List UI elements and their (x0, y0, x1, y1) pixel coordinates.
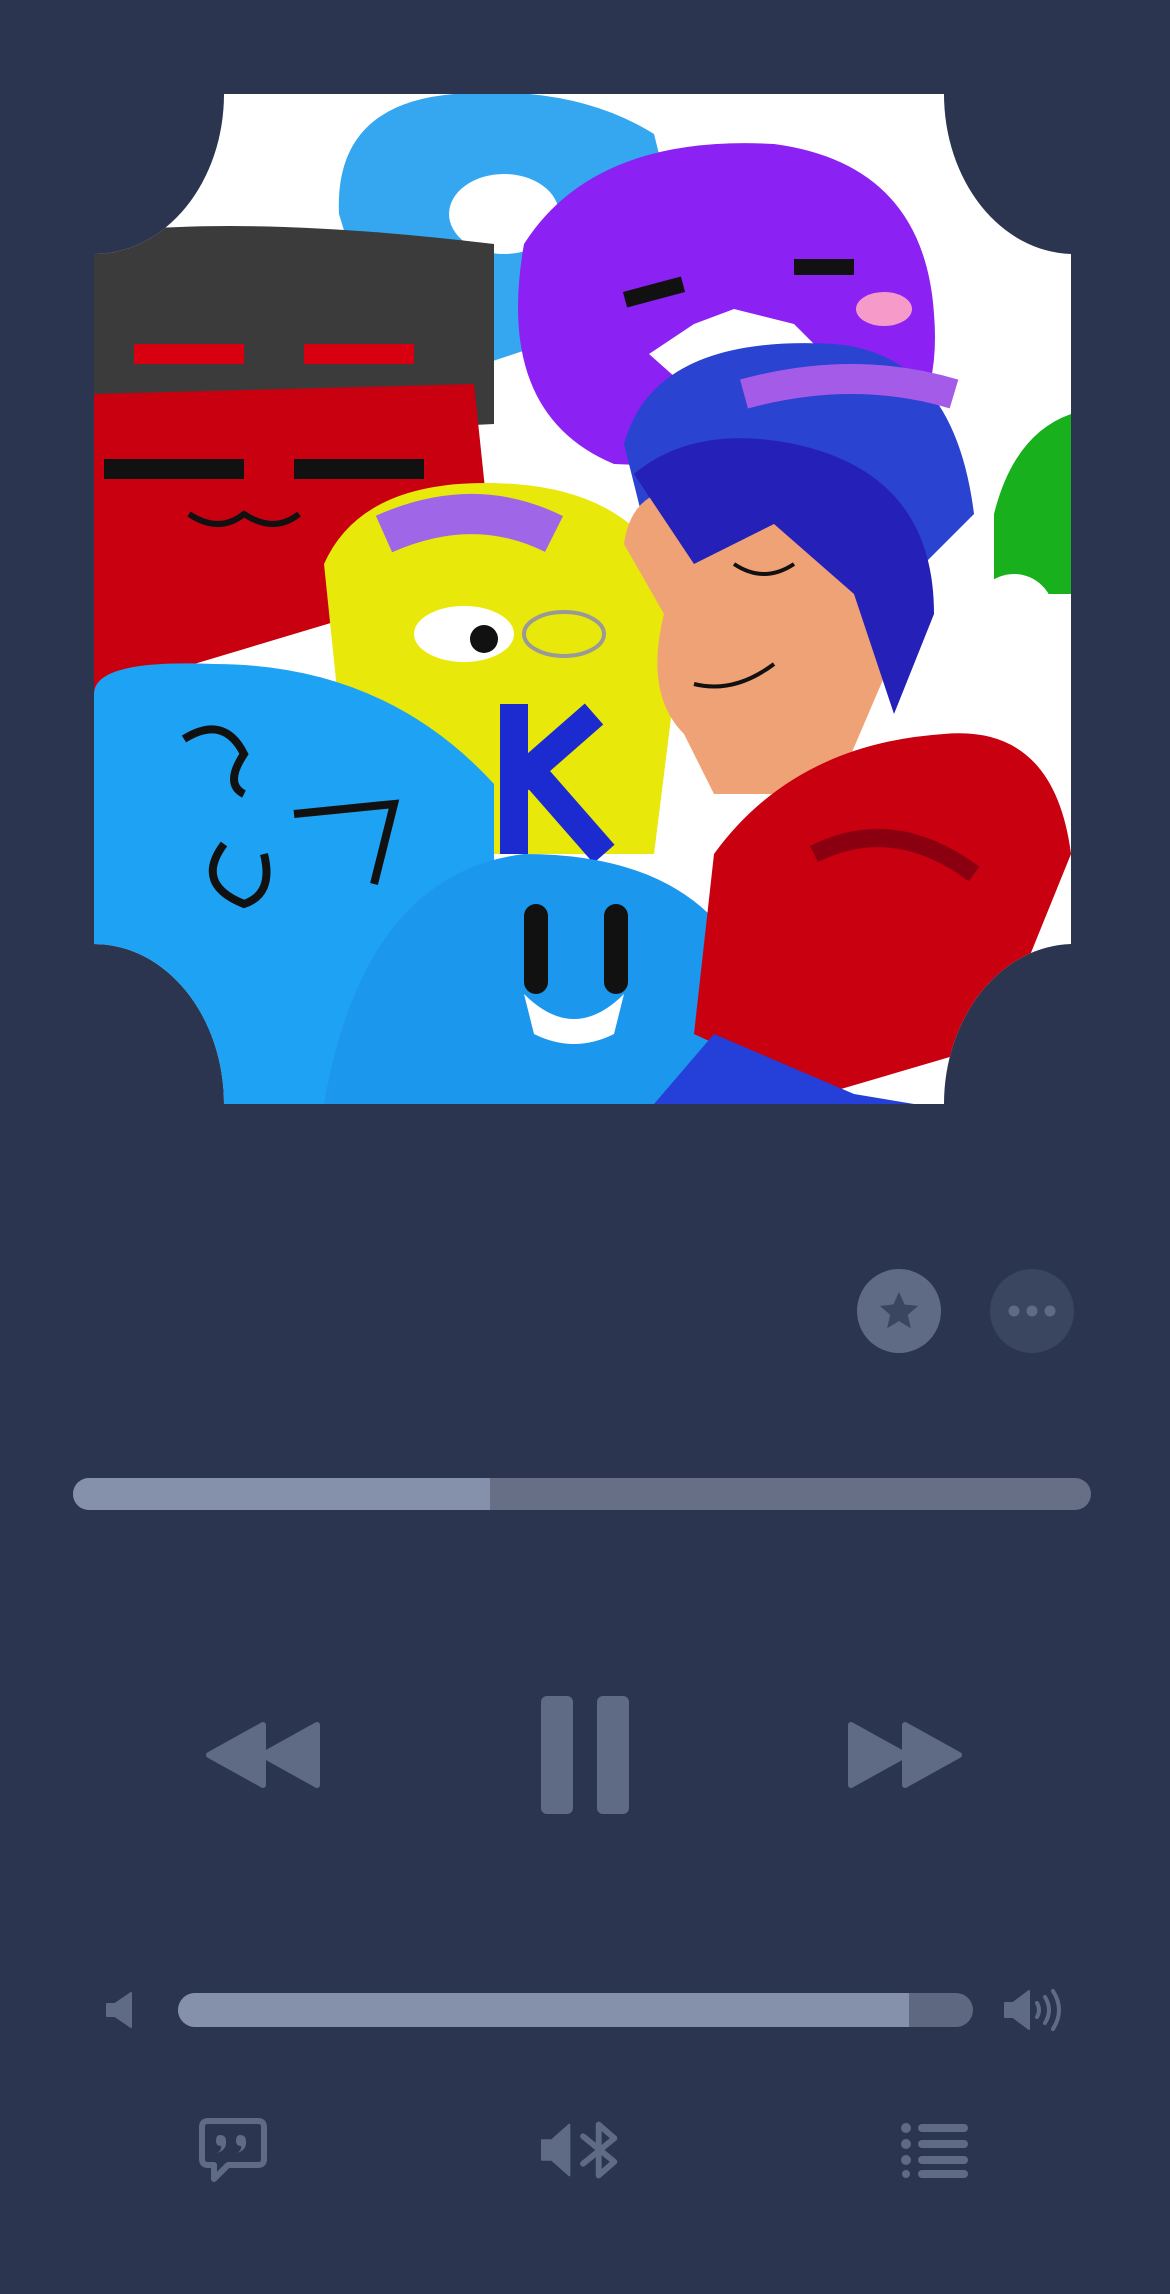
volume-slider[interactable] (178, 1993, 973, 2027)
more-options-button[interactable] (990, 1269, 1074, 1353)
playback-progress-bar[interactable] (73, 1478, 1091, 1510)
bluetooth-speaker-icon (540, 2121, 618, 2179)
favorite-button[interactable] (857, 1269, 941, 1353)
pause-button[interactable] (530, 1690, 640, 1820)
more-icon (1008, 1305, 1056, 1317)
audio-output-button[interactable] (540, 2110, 630, 2190)
fast-forward-icon (848, 1722, 962, 1788)
volume-slider-fill (178, 1993, 910, 2027)
fast-forward-button[interactable] (840, 1705, 968, 1805)
speaker-low-icon (95, 1985, 145, 2035)
pause-icon (541, 1696, 629, 1814)
album-artwork (94, 94, 1071, 1104)
lyrics-button[interactable] (188, 2110, 278, 2190)
lyrics-quote-icon (199, 2118, 267, 2182)
rewind-icon (206, 1722, 320, 1788)
star-icon (879, 1291, 919, 1329)
playback-progress-fill (73, 1478, 491, 1510)
queue-list-icon (901, 2123, 968, 2178)
speaker-high-icon (1000, 1983, 1070, 2037)
rewind-button[interactable] (200, 1705, 328, 1805)
queue-button[interactable] (890, 2110, 980, 2190)
